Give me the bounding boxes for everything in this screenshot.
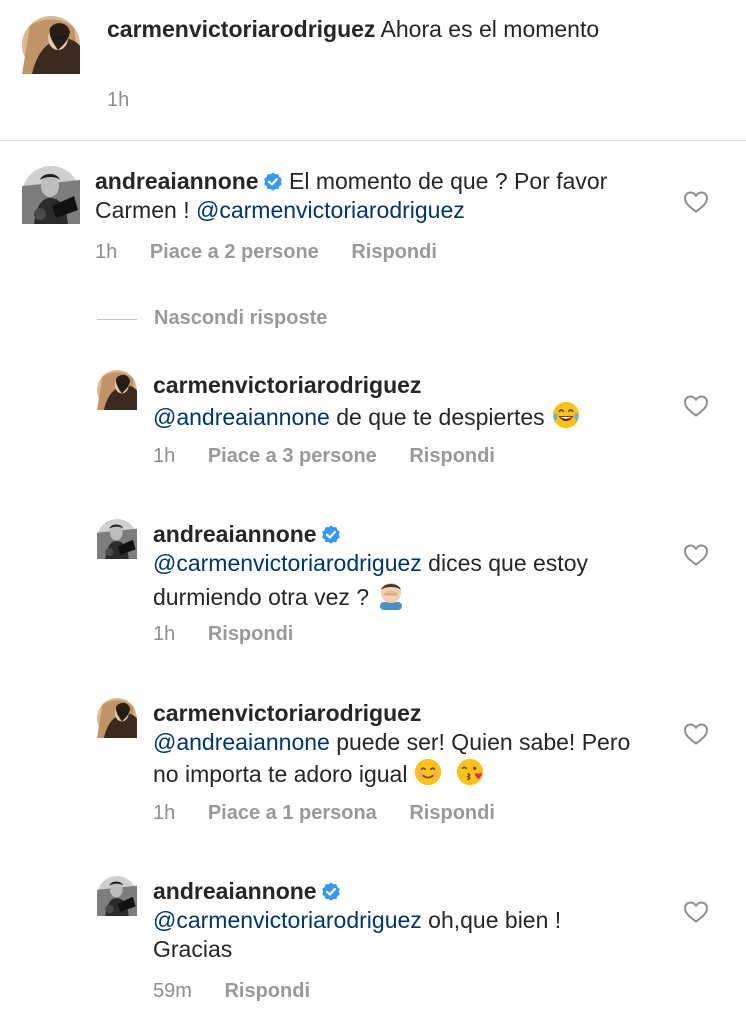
username-link[interactable]: andreaiannone (153, 878, 317, 904)
likes-link[interactable]: Piace a 1 persona (208, 802, 377, 824)
comment-body: carmenvictoriarodriguez @andreaiannone d… (153, 371, 653, 432)
avatar[interactable] (97, 876, 137, 916)
divider-line (97, 319, 137, 320)
avatar[interactable] (22, 166, 80, 224)
mention-link[interactable]: @andreaiannone (153, 404, 330, 430)
verified-badge-icon (321, 525, 341, 545)
username-link[interactable]: andreaiannone (153, 521, 317, 547)
avatar[interactable] (97, 698, 137, 738)
reply-button[interactable]: Rispondi (208, 623, 294, 645)
mention-link[interactable]: @carmenvictoriarodriguez (153, 550, 422, 576)
username-link[interactable]: carmenvictoriarodriguez (153, 700, 421, 726)
timestamp: 1h (153, 802, 176, 824)
username-link[interactable]: andreaiannone (95, 168, 259, 194)
comment-meta: 1h Piace a 2 persone Rispondi (95, 241, 464, 264)
mention-link[interactable]: @andreaiannone (153, 729, 330, 755)
verified-badge-icon (321, 882, 341, 902)
comments-screen: carmenvictoriarodriguez Ahora es el mome… (0, 0, 746, 1024)
timestamp: 1h (95, 241, 118, 263)
divider (0, 140, 746, 141)
timestamp: 1h (153, 445, 176, 467)
avatar[interactable] (97, 519, 137, 559)
username-link[interactable]: carmenvictoriarodriguez (107, 16, 375, 42)
heart-icon[interactable] (683, 900, 709, 924)
smiling-face-icon (413, 757, 443, 787)
timestamp: 59m (153, 980, 192, 1002)
comment-meta: 1h Piace a 1 persona Rispondi (153, 802, 522, 825)
caption-text-block: carmenvictoriarodriguez Ahora es el mome… (107, 15, 707, 44)
username-link[interactable]: carmenvictoriarodriguez (153, 372, 421, 398)
comment-body: andreaiannone @carmenvictoriarodriguez o… (153, 877, 633, 964)
comment-body: andreaiannone @carmenvictoriarodriguez d… (153, 520, 653, 612)
comment-meta: 1h Piace a 3 persone Rispondi (153, 445, 522, 468)
timestamp: 1h (107, 89, 130, 111)
verified-badge-icon (263, 172, 283, 192)
likes-link[interactable]: Piace a 2 persone (150, 241, 319, 263)
heart-icon[interactable] (683, 394, 709, 418)
face-with-tears-of-joy-icon (551, 400, 581, 430)
mention-link[interactable]: @carmenvictoriarodriguez (196, 197, 465, 223)
avatar[interactable] (97, 370, 137, 410)
man-facepalming-icon (375, 578, 407, 610)
mention-link[interactable]: @carmenvictoriarodriguez (153, 907, 422, 933)
comment-meta: 1h Rispondi (153, 623, 320, 646)
reply-button[interactable]: Rispondi (351, 241, 437, 263)
heart-icon[interactable] (683, 722, 709, 746)
avatar[interactable] (22, 16, 80, 74)
timestamp: 1h (153, 623, 176, 645)
comment-body: carmenvictoriarodriguez @andreaiannone p… (153, 699, 653, 789)
comment-meta: 59m Rispondi (153, 980, 337, 1003)
comment-body: andreaiannone El momento de que ? Por fa… (95, 167, 655, 225)
post-caption: carmenvictoriarodriguez Ahora es el mome… (0, 0, 746, 140)
reply-button[interactable]: Rispondi (224, 980, 310, 1002)
reply-button[interactable]: Rispondi (409, 802, 495, 824)
caption-text: Ahora es el momento (380, 16, 600, 42)
likes-link[interactable]: Piace a 3 persone (208, 445, 377, 467)
heart-icon[interactable] (683, 190, 709, 214)
comment-text: de que te despiertes (336, 404, 545, 430)
heart-icon[interactable] (683, 543, 709, 567)
face-blowing-a-kiss-icon (455, 757, 485, 787)
reply-button[interactable]: Rispondi (409, 445, 495, 467)
hide-replies-label[interactable]: Nascondi risposte (154, 307, 327, 330)
